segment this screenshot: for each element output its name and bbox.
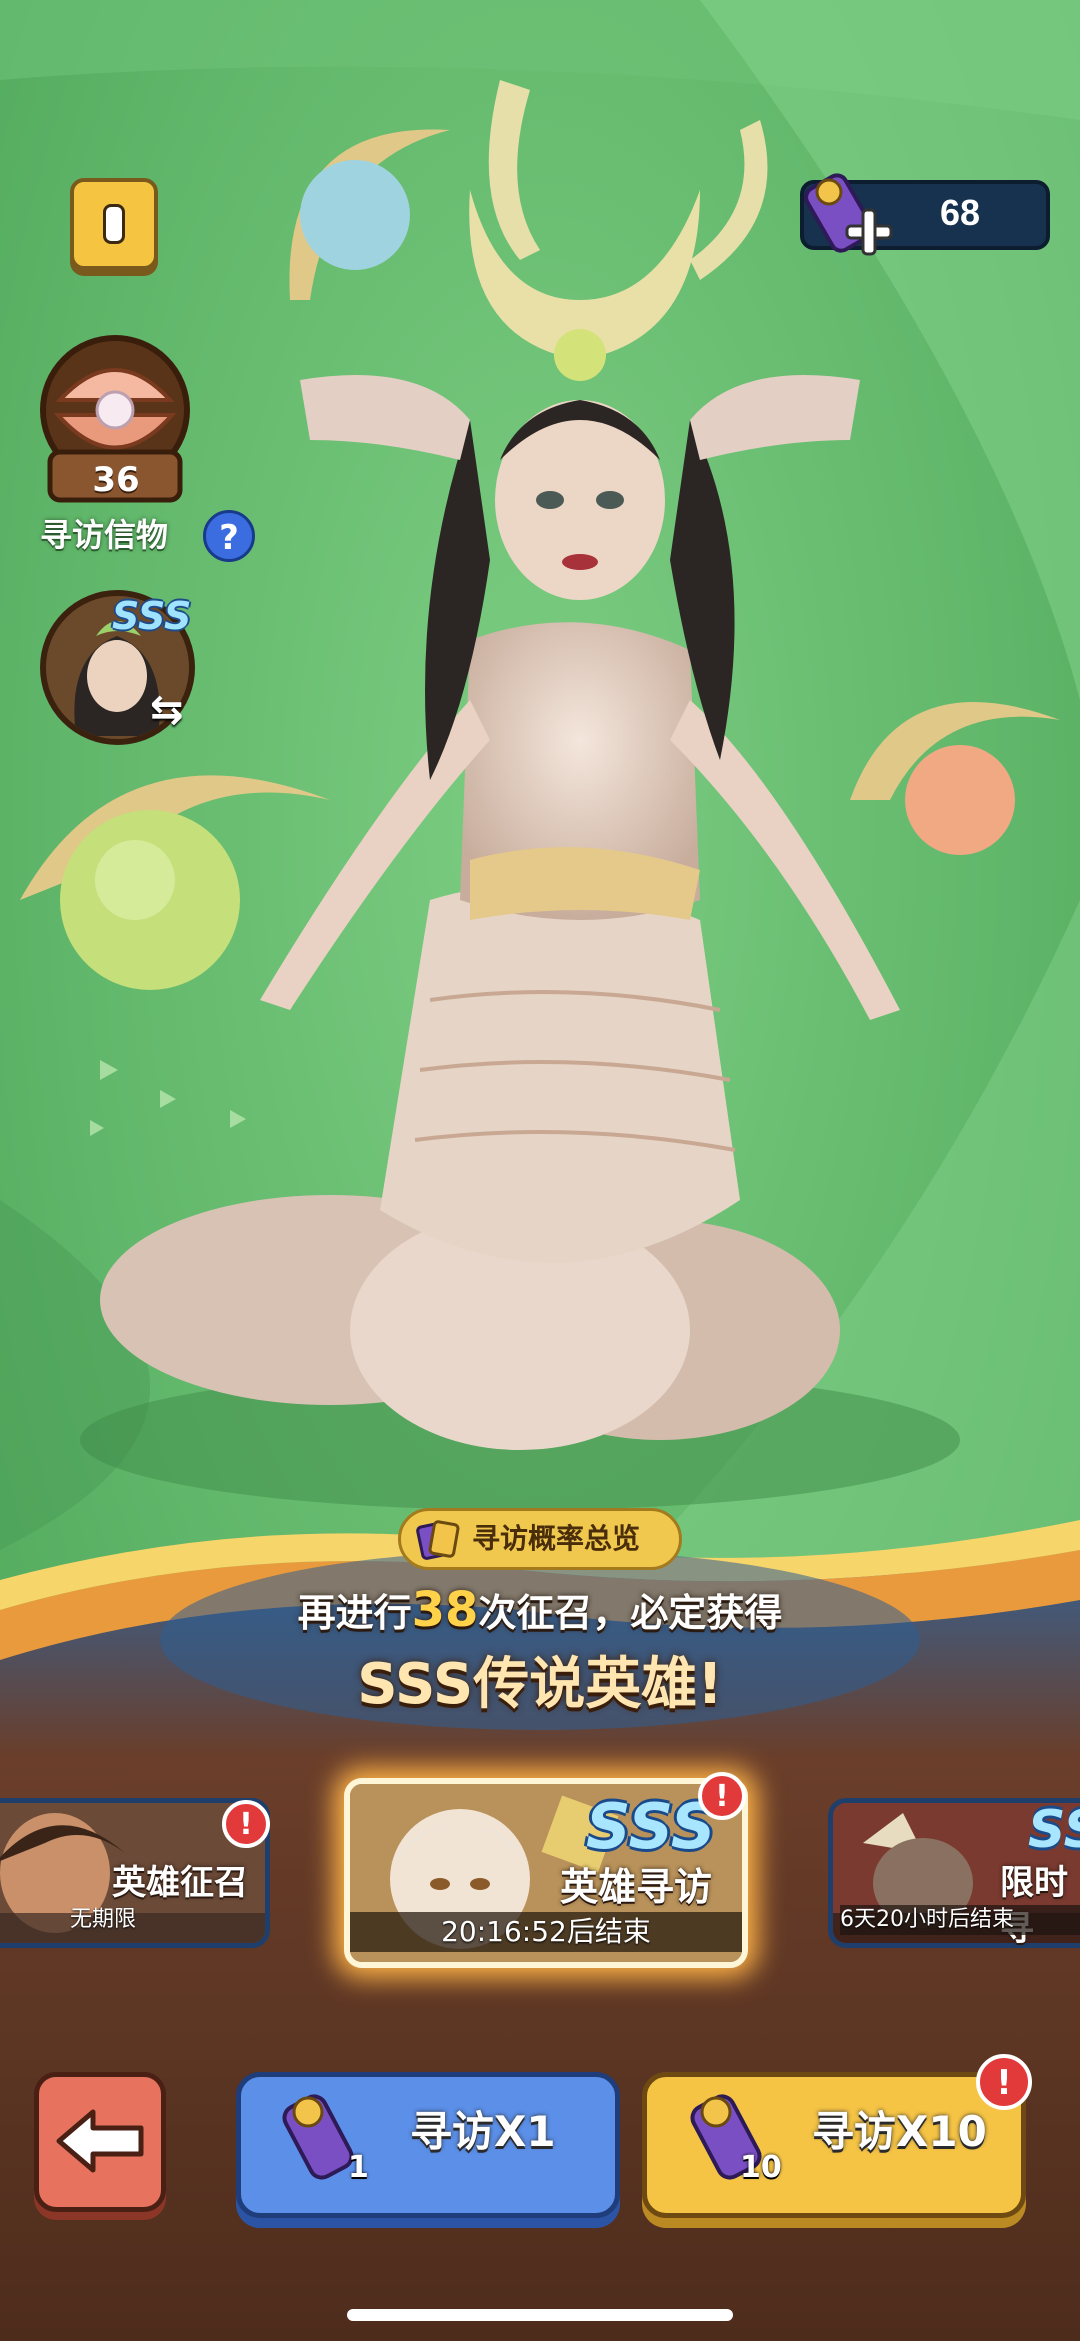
info-button[interactable] bbox=[70, 178, 158, 270]
search-x1-label: 寻访X1 bbox=[410, 2107, 556, 2156]
card-title-hero-search: 英雄寻访 bbox=[560, 1865, 713, 1909]
item-count: 36 bbox=[92, 460, 140, 500]
guarantee-suffix: 次征召，必定获得 bbox=[478, 1591, 783, 1635]
card-countdown: 20:16:52后结束 bbox=[350, 1912, 742, 1952]
card-title-hero-recruit: 英雄征召 bbox=[112, 1863, 248, 1903]
help-button[interactable]: ? bbox=[203, 510, 255, 562]
arrow-left-icon bbox=[56, 2109, 144, 2173]
search-x1-cost: 1 bbox=[348, 2150, 369, 2185]
guarantee-text: 再进行38次征召，必定获得 bbox=[200, 1575, 880, 1645]
swap-icon[interactable]: ⇆ bbox=[150, 690, 196, 730]
search-x10-cost: 10 bbox=[740, 2150, 782, 2185]
card-rank-badge-right: SS bbox=[1028, 1800, 1080, 1860]
home-indicator[interactable] bbox=[347, 2309, 733, 2321]
guarantee-count: 38 bbox=[411, 1582, 479, 1638]
guarantee-prefix: 再进行 bbox=[297, 1591, 412, 1635]
rate-overview-label: 寻访概率总览 bbox=[472, 1522, 641, 1555]
summon-scroll-plus-icon[interactable] bbox=[795, 168, 905, 268]
card-subtitle-limited-search: 6天20小时后结束 bbox=[840, 1905, 1080, 1935]
card-title-limited-search: 限时寻 bbox=[1000, 1863, 1068, 1949]
card-subtitle-hero-recruit: 无期限 bbox=[70, 1907, 137, 1932]
alert-badge-icon: ! bbox=[698, 1772, 746, 1820]
search-x10-label: 寻访X10 bbox=[812, 2107, 987, 2156]
hero-rank-badge: SSS bbox=[112, 594, 192, 638]
item-label: 寻访信物 bbox=[40, 516, 169, 554]
guarantee-reward: SSS传说英雄! bbox=[357, 1652, 723, 1717]
currency-value: 68 bbox=[939, 192, 981, 233]
alert-badge-icon: ! bbox=[976, 2054, 1032, 2110]
exclamation-icon bbox=[103, 204, 125, 244]
alert-badge-icon: ! bbox=[222, 1800, 270, 1848]
cards-icon bbox=[416, 1520, 460, 1560]
